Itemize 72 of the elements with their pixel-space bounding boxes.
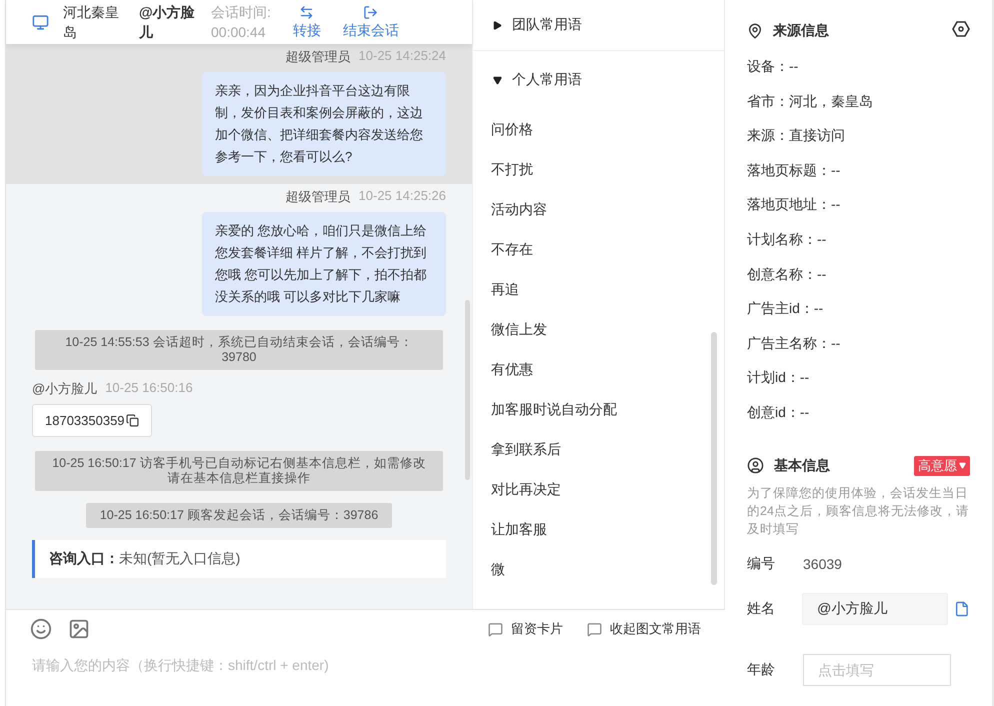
message-bubble: 亲爱的 您放心哈，咱们只是微信上给您发套餐详细 样片了解，不会打扰到您哦 您可以先加上了解下，拍不拍都没关系的哦 可以多对比下几家嘛: [202, 212, 446, 316]
section-title: 基本信息: [774, 456, 830, 475]
phrase-item[interactable]: 拿到联系后: [473, 429, 724, 469]
settings-icon[interactable]: [952, 20, 970, 38]
phrase-item[interactable]: 再追: [473, 269, 724, 309]
timer-label: 会话时间:: [211, 3, 271, 22]
intent-dropdown[interactable]: 高意愿: [914, 456, 970, 476]
sender-name: @小方脸儿: [32, 380, 98, 398]
toolbar-button[interactable]: 留资卡片: [488, 620, 563, 638]
message-time: 10-25 14:25:26: [358, 188, 446, 205]
info-field: 广告主id：--: [747, 291, 970, 326]
visitor-name: @小方脸儿: [139, 3, 196, 42]
info-field: 省市：河北，秦皇岛: [747, 84, 970, 118]
phrase-section-header[interactable]: 团队常用语: [473, 0, 724, 51]
monitor-icon: [32, 14, 49, 30]
sender-name: 超级管理员: [286, 48, 351, 66]
message-input[interactable]: 请输入您的内容（换行快捷键：shift/ctrl + enter): [30, 656, 705, 674]
info-field: 广告主名称：--: [747, 326, 970, 360]
phrase-item[interactable]: 问价格: [473, 109, 724, 149]
info-field: 创意名称：--: [747, 256, 970, 292]
phrase-section-header[interactable]: 个人常用语: [473, 51, 724, 109]
message-bubble: 亲亲，因为企业抖音平台这边有限制，发价目表和案例会屏蔽的，这边加个微信、把详细套餐内容发送给您参考一下，您看可以么?: [202, 72, 446, 176]
entry-label: 咨询入口：: [49, 550, 119, 566]
transfer-button[interactable]: 转接: [292, 4, 321, 40]
info-field: 设备：--: [747, 49, 970, 84]
system-notice: 10-25 16:50:17 访客手机号已自动标记右侧基本信息栏，如需修改请在基本信息栏直接操作: [35, 451, 443, 491]
info-field: 创意id：--: [747, 394, 970, 430]
notice-text: 为了保障您的使用体验，会话发生当日的24点之后，顾客信息将无法修改，请及时填写: [747, 484, 970, 538]
name-field[interactable]: @小方脸儿: [802, 592, 948, 625]
user-icon: [747, 457, 764, 474]
phrase-item[interactable]: 不打扰: [473, 149, 724, 189]
info-field: 计划id：--: [747, 360, 970, 395]
phrase-item[interactable]: 微信上发: [473, 309, 724, 349]
field-value: 36039: [803, 556, 842, 572]
phone-number: 18703350359: [45, 413, 125, 428]
exit-icon: [363, 4, 378, 20]
location-pin-icon: [747, 22, 763, 38]
phrase-item[interactable]: 有优惠: [473, 349, 724, 389]
info-field: 计划名称：--: [747, 222, 970, 257]
copy-icon[interactable]: [126, 414, 139, 427]
phrase-item[interactable]: 对比再决定: [473, 469, 724, 509]
info-field: 落地页标题：--: [747, 152, 970, 188]
field-label: 编号: [747, 554, 776, 573]
system-notice: 10-25 14:55:53 会话超时，系统已自动结束会话，会话编号：39780: [35, 330, 443, 370]
message-time: 10-25 16:50:16: [105, 380, 193, 397]
visitor-location: 河北秦皇岛: [63, 3, 120, 42]
info-field: 落地页地址：--: [747, 187, 970, 222]
sender-name: 超级管理员: [286, 188, 351, 206]
field-label: 姓名: [747, 600, 776, 618]
phrase-item[interactable]: 活动内容: [473, 189, 724, 229]
field-label: 年龄: [747, 660, 776, 679]
swap-arrows-icon: [299, 4, 314, 20]
caret-down-icon: [959, 462, 966, 470]
system-notice: 10-25 16:50:17 顾客发起会话，会话编号：39786: [86, 503, 392, 528]
scrollbar[interactable]: [711, 332, 717, 585]
end-session-button[interactable]: 结束会话: [342, 4, 399, 40]
phrase-item[interactable]: 加客服时说自动分配: [473, 389, 724, 429]
phrase-item[interactable]: 不存在: [473, 229, 724, 269]
image-icon[interactable]: [68, 618, 90, 640]
message-icon: [488, 622, 503, 636]
info-field: 来源：直接访问: [747, 118, 970, 153]
section-title: 来源信息: [773, 22, 829, 40]
session-timer: 00:00:44: [211, 23, 266, 42]
entry-value: 未知(暂无入口信息): [119, 550, 240, 566]
phrase-item[interactable]: 让加客服: [473, 509, 724, 549]
emoji-icon[interactable]: [30, 618, 52, 640]
message-icon: [587, 622, 602, 636]
toolbar-button[interactable]: 收起图文常用语: [587, 620, 701, 638]
phrase-item[interactable]: 微: [473, 549, 724, 589]
age-field[interactable]: 点击填写: [803, 654, 951, 686]
message-time: 10-25 14:25:24: [358, 48, 446, 65]
scrollbar[interactable]: [465, 300, 470, 480]
